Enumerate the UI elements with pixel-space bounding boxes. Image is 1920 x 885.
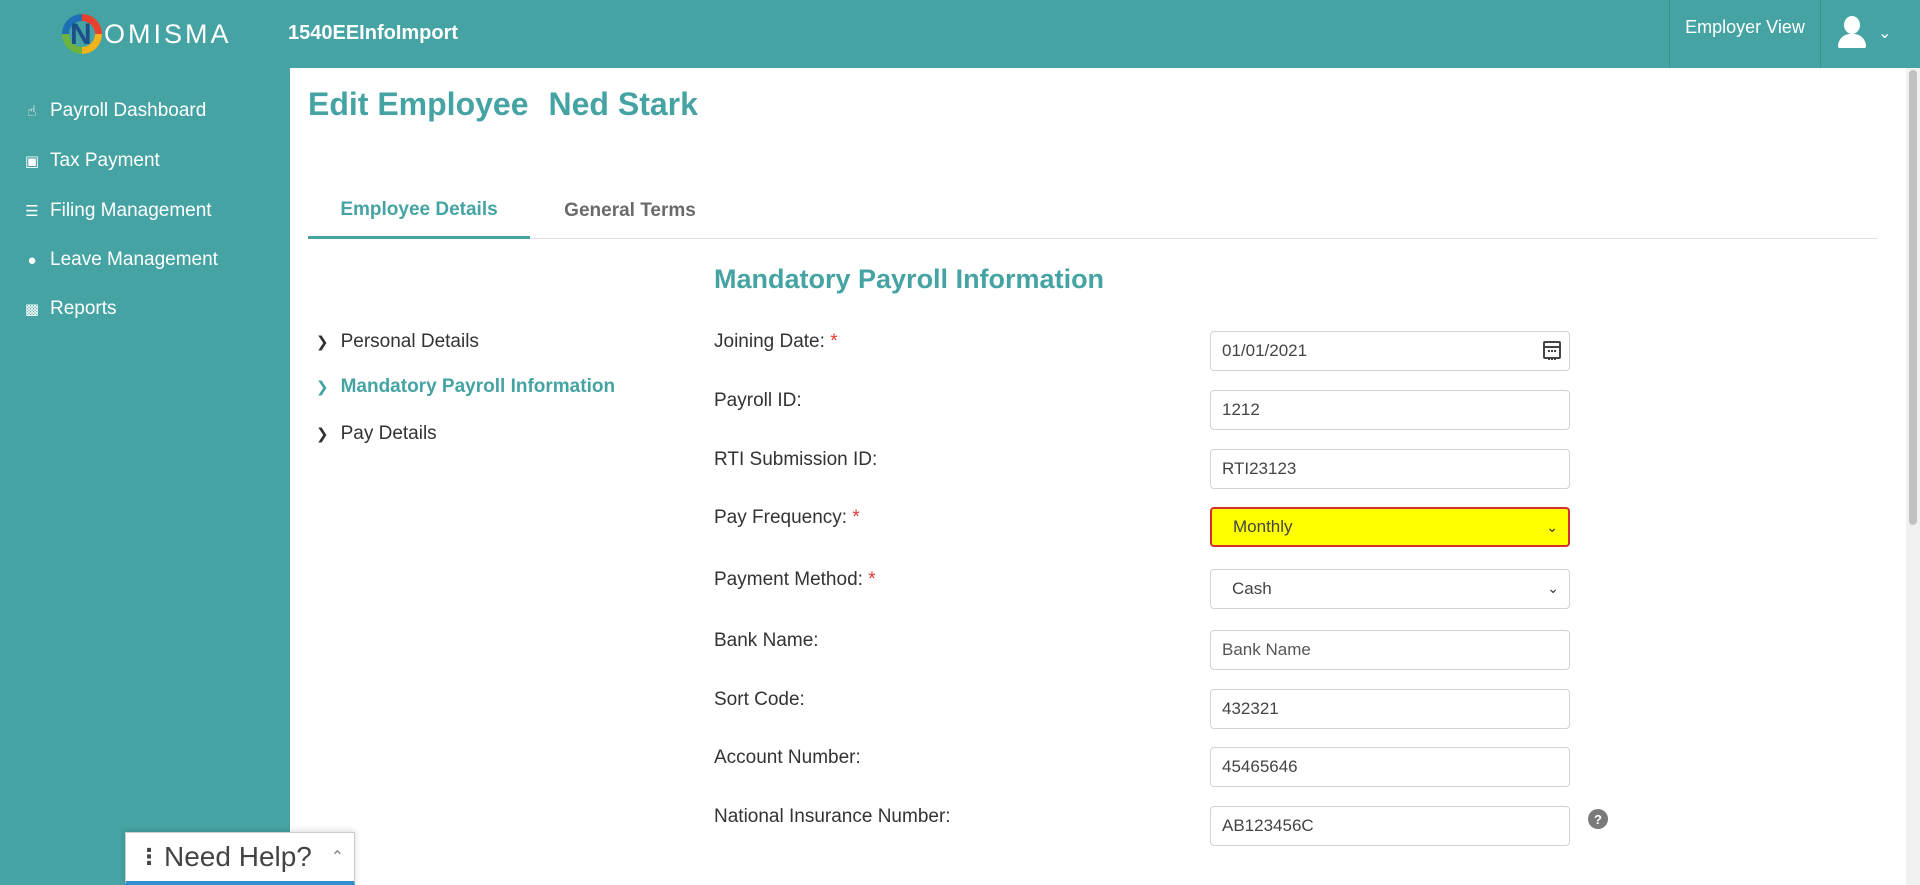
joining-date-input[interactable]: 01/01/2021	[1210, 331, 1570, 371]
app-name: 1540EEInfoImport	[288, 22, 459, 44]
chevron-right-icon: ❯	[316, 334, 329, 351]
calendar-icon[interactable]	[1543, 341, 1561, 360]
logo-circle-icon: N	[62, 14, 102, 54]
payment-method-select[interactable]: Cash ⌄	[1210, 569, 1570, 609]
section-nav-label: Personal Details	[340, 331, 479, 352]
account-number-label: Account Number:	[714, 747, 861, 768]
label-text: Joining Date:	[714, 331, 825, 352]
tab-bar: Employee Details General Terms	[308, 183, 1878, 239]
drag-handle-icon[interactable]: ⋮	[138, 844, 160, 870]
sidebar-item-filing-management[interactable]: ☰ Filing Management	[24, 200, 212, 222]
sidebar-item-label: Payroll Dashboard	[50, 100, 207, 121]
scrollbar-thumb[interactable]	[1909, 70, 1917, 525]
bank-name-input[interactable]: Bank Name	[1210, 630, 1570, 670]
tab-general-terms[interactable]: General Terms	[530, 183, 730, 239]
section-nav-label: Pay Details	[340, 423, 437, 444]
page-scrollbar[interactable]	[1906, 68, 1920, 885]
required-marker: *	[868, 569, 876, 590]
sidebar-item-tax-payment[interactable]: ▣ Tax Payment	[24, 150, 160, 172]
required-marker: *	[830, 331, 838, 352]
sidebar-item-leave-management[interactable]: ● Leave Management	[24, 249, 218, 271]
employee-name: Ned Stark	[548, 86, 698, 122]
pay-frequency-select[interactable]: Monthly ⌄	[1210, 507, 1570, 547]
sidebar-item-label: Reports	[50, 298, 117, 319]
need-help-widget[interactable]: ⋮ Need Help? ⌃	[125, 832, 355, 885]
logo-letter: N	[70, 18, 92, 51]
sidebar-item-label: Filing Management	[50, 200, 212, 221]
account-number-input[interactable]: 45465646	[1210, 747, 1570, 787]
sidebar: ☝ Payroll Dashboard ▣ Tax Payment ☰ Fili…	[0, 68, 290, 885]
chevron-down-icon: ⌄	[1878, 25, 1892, 42]
tab-employee-details[interactable]: Employee Details	[308, 183, 530, 239]
sidebar-item-label: Tax Payment	[50, 150, 160, 171]
payroll-id-label: Payroll ID:	[714, 390, 802, 411]
briefcase-icon: ▣	[24, 153, 40, 170]
hand-pointer-icon: ☝	[27, 103, 37, 120]
main-content: Edit Employee Ned Stark Employee Details …	[290, 68, 1906, 885]
required-marker: *	[852, 507, 860, 528]
section-nav-personal-details[interactable]: ❯ Personal Details	[316, 331, 479, 353]
globe-icon: ●	[27, 251, 37, 269]
rti-submission-id-label: RTI Submission ID:	[714, 449, 878, 470]
section-nav-mandatory-payroll[interactable]: ❯ Mandatory Payroll Information	[316, 376, 615, 398]
pay-frequency-label: Pay Frequency: *	[714, 507, 860, 529]
chevron-down-icon: ⌄	[1546, 519, 1558, 535]
page-title: Edit Employee Ned Stark	[308, 86, 698, 123]
ni-number-input[interactable]: AB123456C	[1210, 806, 1570, 846]
sidebar-item-label: Leave Management	[50, 249, 218, 270]
payroll-id-input[interactable]: 1212	[1210, 390, 1570, 430]
chevron-right-icon: ❯	[316, 379, 329, 396]
chevron-right-icon: ❯	[316, 426, 329, 443]
user-menu[interactable]: ⌄	[1836, 16, 1891, 50]
section-nav-label: Mandatory Payroll Information	[340, 376, 616, 397]
page-title-text: Edit Employee	[308, 86, 529, 122]
bank-name-label: Bank Name:	[714, 630, 819, 651]
employer-view-button[interactable]: Employer View	[1669, 0, 1821, 68]
sort-code-label: Sort Code:	[714, 689, 805, 710]
document-icon: ☰	[25, 203, 39, 220]
label-text: Pay Frequency:	[714, 507, 848, 528]
joining-date-label: Joining Date: *	[714, 331, 838, 353]
nomisma-logo[interactable]: N OMISMA	[62, 12, 232, 56]
label-text: Payment Method:	[714, 569, 863, 590]
section-title: Mandatory Payroll Information	[714, 264, 1105, 294]
logo-text: OMISMA	[104, 18, 232, 49]
top-bar: N OMISMA 1540EEInfoImport Employer View …	[0, 0, 1920, 68]
sidebar-item-payroll-dashboard[interactable]: ☝ Payroll Dashboard	[24, 100, 206, 122]
clipboard-icon: ▩	[24, 301, 40, 318]
select-value: Monthly	[1233, 517, 1293, 536]
field-value: 01/01/2021	[1222, 341, 1308, 360]
ni-number-label: National Insurance Number:	[714, 806, 951, 827]
rti-submission-id-input[interactable]: RTI23123	[1210, 449, 1570, 489]
chevron-down-icon: ⌄	[1547, 580, 1559, 596]
section-nav-pay-details[interactable]: ❯ Pay Details	[316, 423, 437, 445]
select-value: Cash	[1232, 579, 1272, 598]
sidebar-item-reports[interactable]: ▩ Reports	[24, 298, 117, 320]
user-avatar-icon	[1836, 16, 1868, 50]
sort-code-input[interactable]: 432321	[1210, 689, 1570, 729]
help-question-icon[interactable]: ?	[1588, 809, 1608, 829]
chevron-up-icon[interactable]: ⌃	[331, 847, 344, 867]
payment-method-label: Payment Method: *	[714, 569, 876, 591]
need-help-label: Need Help?	[164, 841, 312, 872]
